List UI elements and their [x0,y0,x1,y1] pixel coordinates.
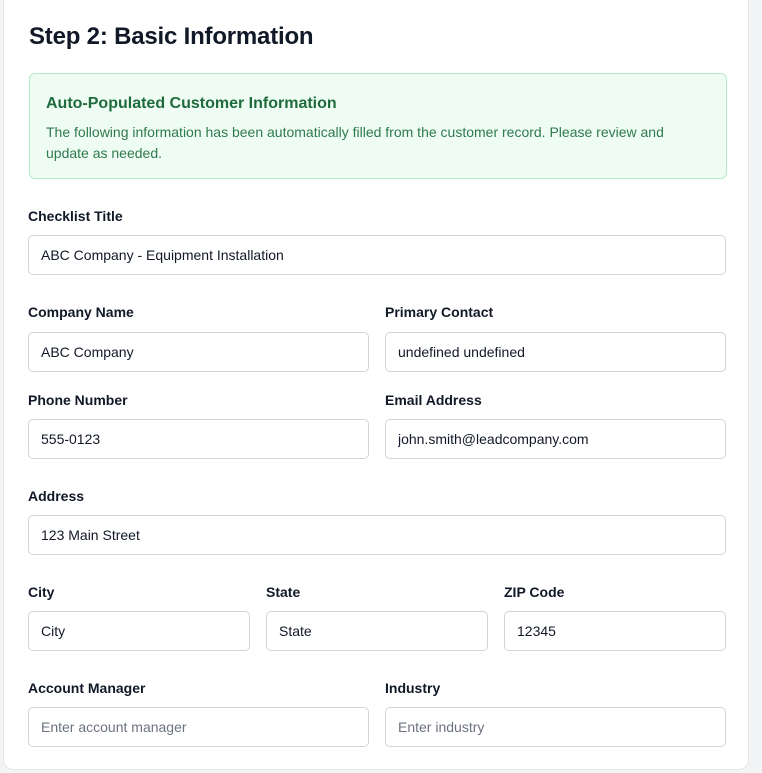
primary-contact-input[interactable] [385,332,726,372]
notice-title: Auto-Populated Customer Information [46,95,337,112]
address-label: Address [28,488,85,504]
company-name-label: Company Name [28,304,134,320]
state-label: State [266,584,301,600]
phone-number-input[interactable] [28,419,369,459]
auto-populated-notice: Auto-Populated Customer Information The … [29,73,727,179]
account-manager-input[interactable] [28,707,369,747]
company-name-input[interactable] [28,332,369,372]
checklist-title-input[interactable] [28,235,726,275]
city-label: City [28,584,55,600]
industry-input[interactable] [385,707,726,747]
address-input[interactable] [28,515,726,555]
page-title: Step 2: Basic Information [29,23,314,50]
notice-text: The following information has been autom… [46,124,664,161]
primary-contact-label: Primary Contact [385,304,494,320]
zip-code-input[interactable] [504,611,726,651]
phone-number-label: Phone Number [28,392,128,408]
account-manager-label: Account Manager [28,680,146,696]
zip-code-label: ZIP Code [504,584,565,600]
email-address-label: Email Address [385,392,482,408]
city-input[interactable] [28,611,250,651]
checklist-title-label: Checklist Title [28,208,123,224]
basic-information-card: Step 2: Basic Information Auto-Populated… [3,0,749,770]
industry-label: Industry [385,680,441,696]
state-input[interactable] [266,611,488,651]
email-address-input[interactable] [385,419,726,459]
